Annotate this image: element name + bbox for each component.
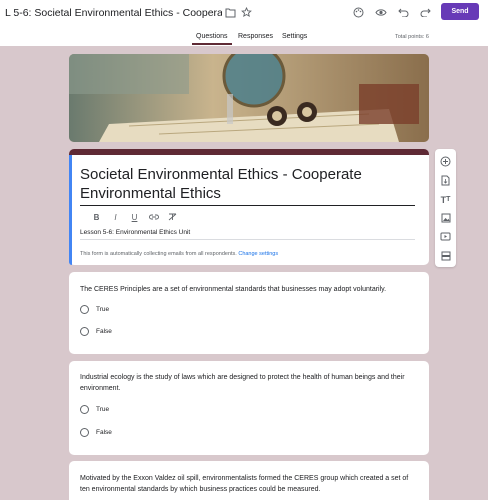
question-card[interactable]: Motivated by the Exxon Valdez oil spill,… <box>69 461 429 500</box>
format-toolbar: B I U <box>87 213 182 223</box>
total-points: Total points: 6 <box>395 34 429 40</box>
redo-icon[interactable] <box>419 6 431 18</box>
clear-format-icon[interactable] <box>163 213 182 223</box>
question-text: The CERES Principles are a set of enviro… <box>80 286 387 293</box>
add-question-icon[interactable] <box>439 155 452 168</box>
send-button[interactable]: Send <box>441 3 479 20</box>
palette-icon[interactable] <box>352 6 364 18</box>
bold-button[interactable]: B <box>87 213 106 223</box>
radio-button[interactable] <box>80 305 89 314</box>
link-icon[interactable] <box>144 213 163 223</box>
active-tab-indicator <box>192 43 232 45</box>
form-title-card: Societal Environmental Ethics - Cooperat… <box>69 149 429 265</box>
header-banner-image <box>69 54 429 142</box>
question-card[interactable]: Industrial ecology is the study of laws … <box>69 361 429 455</box>
form-title[interactable]: Societal Environmental Ethics - Cooperat… <box>80 165 415 206</box>
tab-responses[interactable]: Responses <box>238 33 273 40</box>
add-section-icon[interactable] <box>439 249 452 262</box>
add-video-icon[interactable] <box>439 230 452 243</box>
option-label: True <box>96 306 110 313</box>
form-description[interactable]: Lesson 5-6: Environmental Ethics Unit <box>80 229 415 240</box>
preview-eye-icon[interactable] <box>374 6 387 18</box>
radio-button[interactable] <box>80 327 89 336</box>
radio-button[interactable] <box>80 428 89 437</box>
question-text: Motivated by the Exxon Valdez oil spill,… <box>80 475 409 493</box>
side-toolbar: TT <box>435 149 456 267</box>
option-true[interactable]: True <box>80 305 109 314</box>
tab-settings[interactable]: Settings <box>282 33 307 40</box>
option-label: False <box>96 328 112 335</box>
folder-icon[interactable] <box>224 7 236 19</box>
document-title[interactable]: L 5-6: Societal Environmental Ethics - C… <box>5 7 222 19</box>
change-settings-link[interactable]: Change settings <box>238 251 278 257</box>
add-title-icon[interactable]: TT <box>439 193 452 206</box>
email-note-text: This form is automatically collecting em… <box>80 251 237 257</box>
option-label: False <box>96 429 112 436</box>
top-bar: L 5-6: Societal Environmental Ethics - C… <box>0 0 488 46</box>
tab-questions[interactable]: Questions <box>196 33 228 40</box>
question-text: Industrial ecology is the study of laws … <box>80 374 405 392</box>
question-card[interactable]: The CERES Principles are a set of enviro… <box>69 272 429 354</box>
undo-icon[interactable] <box>397 6 409 18</box>
radio-button[interactable] <box>80 405 89 414</box>
option-false[interactable]: False <box>80 327 112 336</box>
underline-button[interactable]: U <box>125 213 144 223</box>
email-collection-note: This form is automatically collecting em… <box>80 251 278 257</box>
option-label: True <box>96 406 110 413</box>
add-image-icon[interactable] <box>439 211 452 224</box>
italic-button[interactable]: I <box>106 213 125 223</box>
active-card-indicator <box>69 155 72 265</box>
option-true[interactable]: True <box>80 405 109 414</box>
star-icon[interactable] <box>240 6 252 18</box>
import-questions-icon[interactable] <box>439 174 452 187</box>
option-false[interactable]: False <box>80 428 112 437</box>
